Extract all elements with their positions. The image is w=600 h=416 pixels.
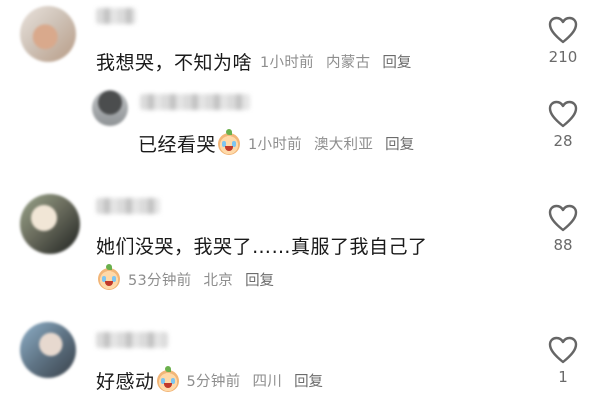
heart-outline-icon [548,204,578,232]
comment-text: 已经看哭 [138,134,217,156]
comment-time: 1小时前 [260,55,314,71]
reply-button[interactable]: 回复 [294,370,323,391]
comment-location: 内蒙古 [325,55,371,71]
comment-line: 好感动 5分钟前 四川 回复 [96,365,323,394]
crying-face-emoji [98,264,120,290]
like-count: 1 [558,368,568,386]
comment-text: 我想哭，不知为啥 [96,52,253,74]
comment-time: 53分钟前 [128,272,192,289]
avatar[interactable] [20,6,76,62]
like-button[interactable]: 210 [533,16,593,66]
comment-line: 她们没哭，我哭了……真服了我自己了 [96,232,428,259]
reply-button[interactable]: 回复 [245,269,274,290]
heart-outline-icon [548,336,578,364]
comment-line: 已经看哭 1小时前 澳大利亚 回复 [138,128,414,157]
like-count: 28 [553,132,573,150]
reply-button[interactable]: 回复 [385,133,414,154]
comment-time: 5分钟前 [186,374,241,390]
crying-face-emoji [156,365,179,392]
avatar[interactable] [20,194,80,254]
username-blurred[interactable] [96,8,136,24]
comment-time: 1小时前 [248,137,302,153]
avatar[interactable] [20,322,76,378]
comment-text: 她们没哭，我哭了……真服了我自己了 [96,236,428,258]
like-button[interactable]: 28 [533,100,593,150]
reply-button[interactable]: 回复 [382,51,411,72]
heart-outline-icon [548,16,578,44]
like-count: 88 [553,236,573,254]
username-blurred[interactable] [140,94,250,110]
username-blurred[interactable] [96,198,160,214]
comment-location: 北京 [203,272,234,289]
comment-meta-line: 53分钟前 北京 回复 [96,264,274,290]
like-button[interactable]: 1 [533,336,593,386]
like-count: 210 [548,48,578,66]
comment-line: 我想哭，不知为啥 1小时前 内蒙古 回复 [96,48,411,75]
comment-location: 澳大利亚 [313,137,374,153]
like-button[interactable]: 88 [533,204,593,254]
comment-text: 好感动 [96,371,155,393]
crying-face-emoji [218,128,241,155]
comment-location: 四川 [252,374,283,390]
avatar[interactable] [92,90,128,126]
heart-outline-icon [548,100,578,128]
username-blurred[interactable] [96,332,168,348]
